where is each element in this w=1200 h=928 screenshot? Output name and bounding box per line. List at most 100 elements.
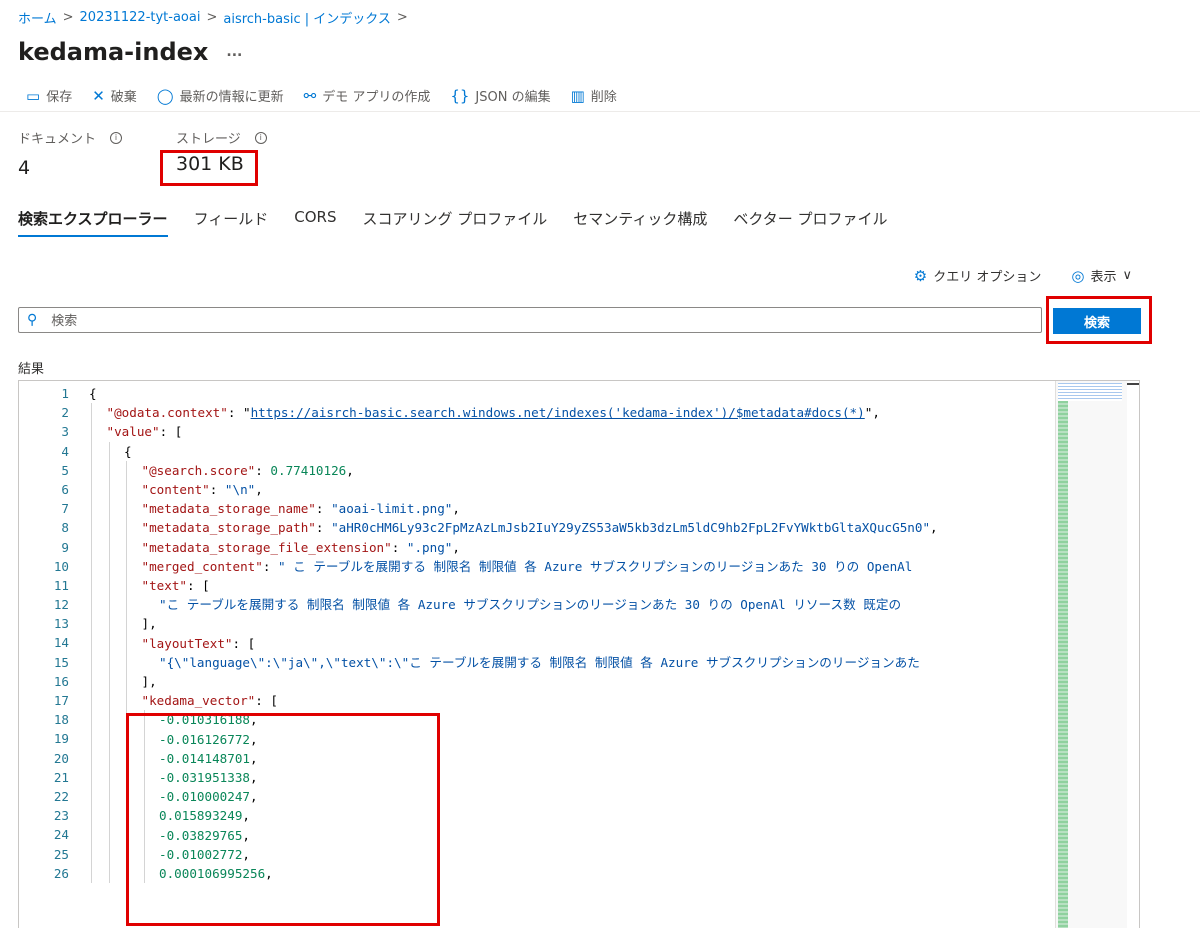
documents-count: 4	[18, 157, 31, 179]
line-number: 17	[53, 693, 69, 708]
code-token: "text"	[141, 578, 188, 593]
code-token: :	[315, 501, 332, 517]
code-text: ],	[142, 614, 157, 633]
code-token: : [	[159, 424, 183, 440]
code-token: "kedama_vector"	[141, 693, 256, 709]
info-icon[interactable]: i	[110, 131, 123, 144]
code-token: "aHR0cHM6Ly93c2FpMzAzLmJsb2IuY29yZS53aW5…	[331, 520, 931, 536]
code-token: :	[315, 520, 332, 536]
code-token: " こ テーブルを展開する 制限名 制限値 各 Azure サブスクリプションの…	[278, 558, 913, 574]
toolbar-item-json[interactable]: {} JSON の編集	[450, 88, 550, 105]
view-label: 表示	[1090, 270, 1117, 285]
search-field[interactable]: ⚲	[18, 307, 1042, 333]
code-line: 6 "content": "\n",	[19, 480, 262, 499]
toolbar-item-save[interactable]: ▭ 保存	[26, 88, 72, 105]
documents-label: ドキュメント	[18, 132, 97, 147]
code-token: ],	[141, 674, 157, 689]
code-text: {	[89, 384, 97, 403]
code-token: "content"	[141, 482, 210, 497]
code-token: ],	[141, 616, 157, 632]
line-number: 1	[61, 386, 69, 401]
line-number: 18	[53, 712, 69, 728]
toolbar-item-demo-app[interactable]: ⚯ デモ アプリの作成	[304, 88, 431, 105]
tab-cors[interactable]: CORS	[294, 208, 336, 237]
code-token: "metadata_storage_name"	[141, 501, 316, 517]
code-token: ,	[452, 539, 460, 555]
line-number: 3	[61, 424, 69, 440]
tab-fields[interactable]: フィールド	[194, 208, 269, 237]
line-number: 15	[53, 654, 69, 670]
line-number: 21	[53, 769, 69, 785]
toolbar-item-refresh[interactable]: ◯ 最新の情報に更新	[157, 88, 284, 105]
documents-stat: ドキュメント i 4	[18, 128, 123, 179]
tab-vector-profiles[interactable]: ベクター プロファイル	[733, 208, 887, 237]
page-title-row: kedama-index ...	[18, 38, 242, 66]
breadcrumb-search-service[interactable]: aisrch-basic | インデックス	[223, 8, 391, 27]
tab-scoring-profiles[interactable]: スコアリング プロファイル	[363, 208, 548, 237]
toolbar-item-label: JSON の編集	[475, 90, 551, 105]
toolbar-item-delete[interactable]: ▥ 削除	[571, 88, 617, 105]
code-line: 21 -0.031951338,	[19, 768, 258, 787]
code-token: :	[262, 558, 278, 574]
minimap[interactable]	[1055, 381, 1127, 928]
toolbar-item-label: デモ アプリの作成	[322, 90, 431, 105]
more-actions-button[interactable]: ...	[226, 44, 242, 60]
tab-semantic-config[interactable]: セマンティック構成	[573, 208, 707, 237]
breadcrumb-separator: >	[206, 10, 218, 25]
line-number: 5	[61, 462, 69, 478]
refresh-icon: ◯	[156, 88, 174, 105]
query-options-label: クエリ オプション	[933, 270, 1042, 285]
code-token: ",	[864, 405, 880, 421]
line-number: 10	[53, 558, 69, 574]
search-icon: ⚲	[27, 312, 38, 328]
code-line: 23 0.015893249,	[19, 806, 250, 825]
code-text: "merged_content": " こ テーブルを展開する 制限名 制限値 …	[142, 557, 913, 576]
code-token: :	[209, 482, 225, 497]
info-icon[interactable]: i	[254, 131, 267, 144]
code-token: "metadata_storage_file_extension"	[141, 539, 392, 555]
storage-label: ストレージ	[176, 132, 241, 147]
line-number: 25	[53, 846, 69, 862]
tab-search-explorer[interactable]: 検索エクスプローラー	[18, 208, 168, 237]
line-number: 16	[53, 673, 69, 689]
code-token: ,	[452, 501, 460, 517]
line-number: 22	[53, 788, 69, 804]
code-line: 16],	[19, 672, 157, 691]
scrollbar-thumb[interactable]	[1127, 383, 1139, 385]
code-token: :	[391, 539, 407, 555]
code-token: ,	[255, 482, 263, 497]
command-bar: ▭ 保存 ✕ 破棄 ◯ 最新の情報に更新 ⚯ デモ アプリの作成 {} JSON の編集 ▥ 削除	[0, 88, 1200, 112]
code-text: "text": [	[142, 576, 210, 595]
code-line: 1{	[19, 384, 96, 403]
code-token: ".png"	[406, 539, 453, 555]
code-token: "@search.score"	[141, 462, 256, 478]
code-text: "kedama_vector": [	[142, 691, 278, 710]
code-token: : [	[232, 635, 256, 651]
code-line: 7 "metadata_storage_name": "aoai-limit.pn…	[19, 499, 460, 518]
code-token: {	[89, 386, 97, 401]
code-text: "@search.score": 0.77410126,	[142, 461, 354, 480]
view-dropdown[interactable]: ◎ 表示 ∨	[1071, 266, 1132, 286]
line-number: 13	[53, 616, 69, 632]
code-token: "こ テーブルを展開する 制限名 制限値 各 Azure サブスクリプションのリ…	[159, 597, 902, 613]
code-line: 20 -0.014148701,	[19, 749, 258, 768]
line-number: 7	[61, 501, 69, 517]
code-line: 13],	[19, 614, 157, 633]
query-options-button[interactable]: ⚙ クエリ オプション	[914, 266, 1042, 286]
code-text: "metadata_storage_path": "aHR0cHM6Ly93c2…	[142, 518, 938, 537]
search-input[interactable]	[51, 312, 1041, 328]
code-line: 26 0.000106995256,	[19, 864, 273, 883]
toolbar-item-discard[interactable]: ✕ 破棄	[92, 88, 137, 105]
breadcrumb-resource-group[interactable]: 20231122-tyt-aoai	[80, 10, 201, 25]
code-text: "{\"language\":\"ja\",\"text\":\"こ テーブルを…	[159, 653, 920, 672]
line-number: 9	[61, 539, 69, 555]
code-line: 15 "{\"language\":\"ja\",\"text\":\"こ テーブ…	[19, 653, 920, 672]
breadcrumb-home[interactable]: ホーム	[18, 8, 57, 27]
code-line: 10 "merged_content": " こ テーブルを展開する 制限名 制限…	[19, 557, 913, 576]
breadcrumb: ホーム > 20231122-tyt-aoai > aisrch-basic |…	[18, 8, 408, 27]
code-line: 4{	[19, 442, 131, 461]
code-token: "layoutText"	[141, 635, 233, 651]
code-line: 9 "metadata_storage_file_extension": ".pn…	[19, 538, 460, 557]
line-number: 12	[53, 597, 69, 613]
code-token: "merged_content"	[141, 558, 263, 574]
